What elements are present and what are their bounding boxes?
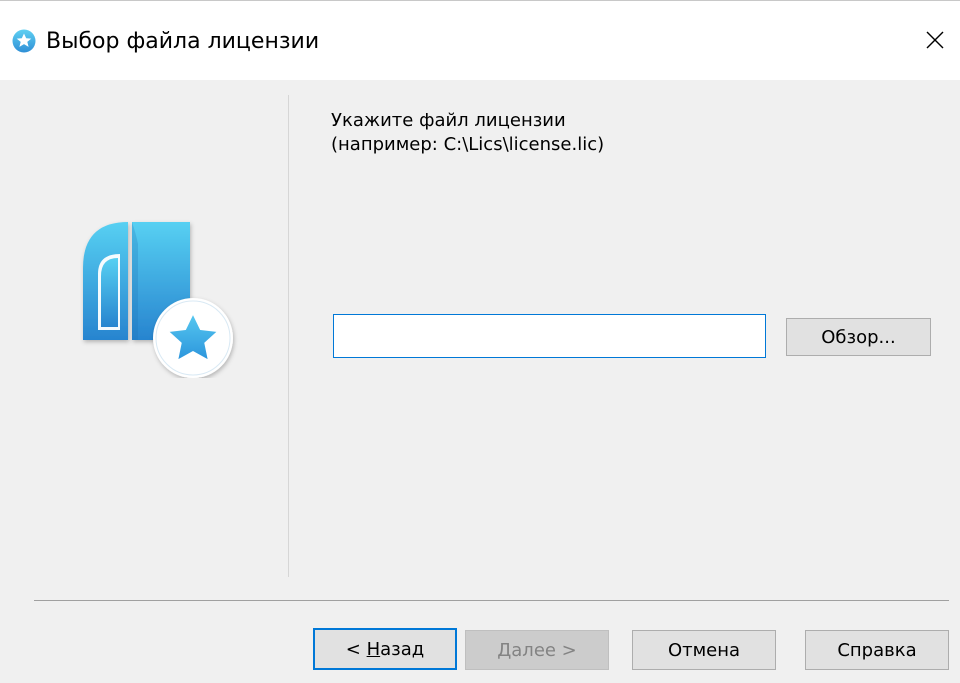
prompt-example: (например: C:\Lics\license.lic) (331, 134, 605, 155)
next-label-rest: алее > (511, 639, 577, 661)
horizontal-divider (34, 600, 949, 601)
browse-button[interactable]: Обзор... (786, 318, 931, 356)
star-badge-icon (12, 29, 36, 53)
license-file-dialog: Выбор файла лицензии Укажите файл лиценз… (0, 0, 960, 683)
back-mnemonic: Н (366, 638, 381, 660)
vertical-divider (288, 95, 289, 577)
window-title: Выбор файла лицензии (46, 29, 320, 54)
help-button[interactable]: Справка (805, 630, 949, 670)
cancel-button[interactable]: Отмена (632, 630, 776, 670)
back-label-rest: азад (380, 638, 425, 660)
next-mnemonic: Д (497, 639, 512, 661)
license-logo-icon (83, 222, 233, 378)
back-button[interactable]: < Назад (313, 628, 457, 670)
close-button[interactable] (910, 15, 960, 65)
license-path-input[interactable] (333, 314, 766, 358)
next-button: Далее > (465, 630, 609, 670)
prompt-label: Укажите файл лицензии (331, 110, 566, 131)
title-bar: Выбор файла лицензии (0, 0, 960, 80)
back-prefix: < (345, 638, 367, 660)
close-icon (926, 31, 944, 49)
